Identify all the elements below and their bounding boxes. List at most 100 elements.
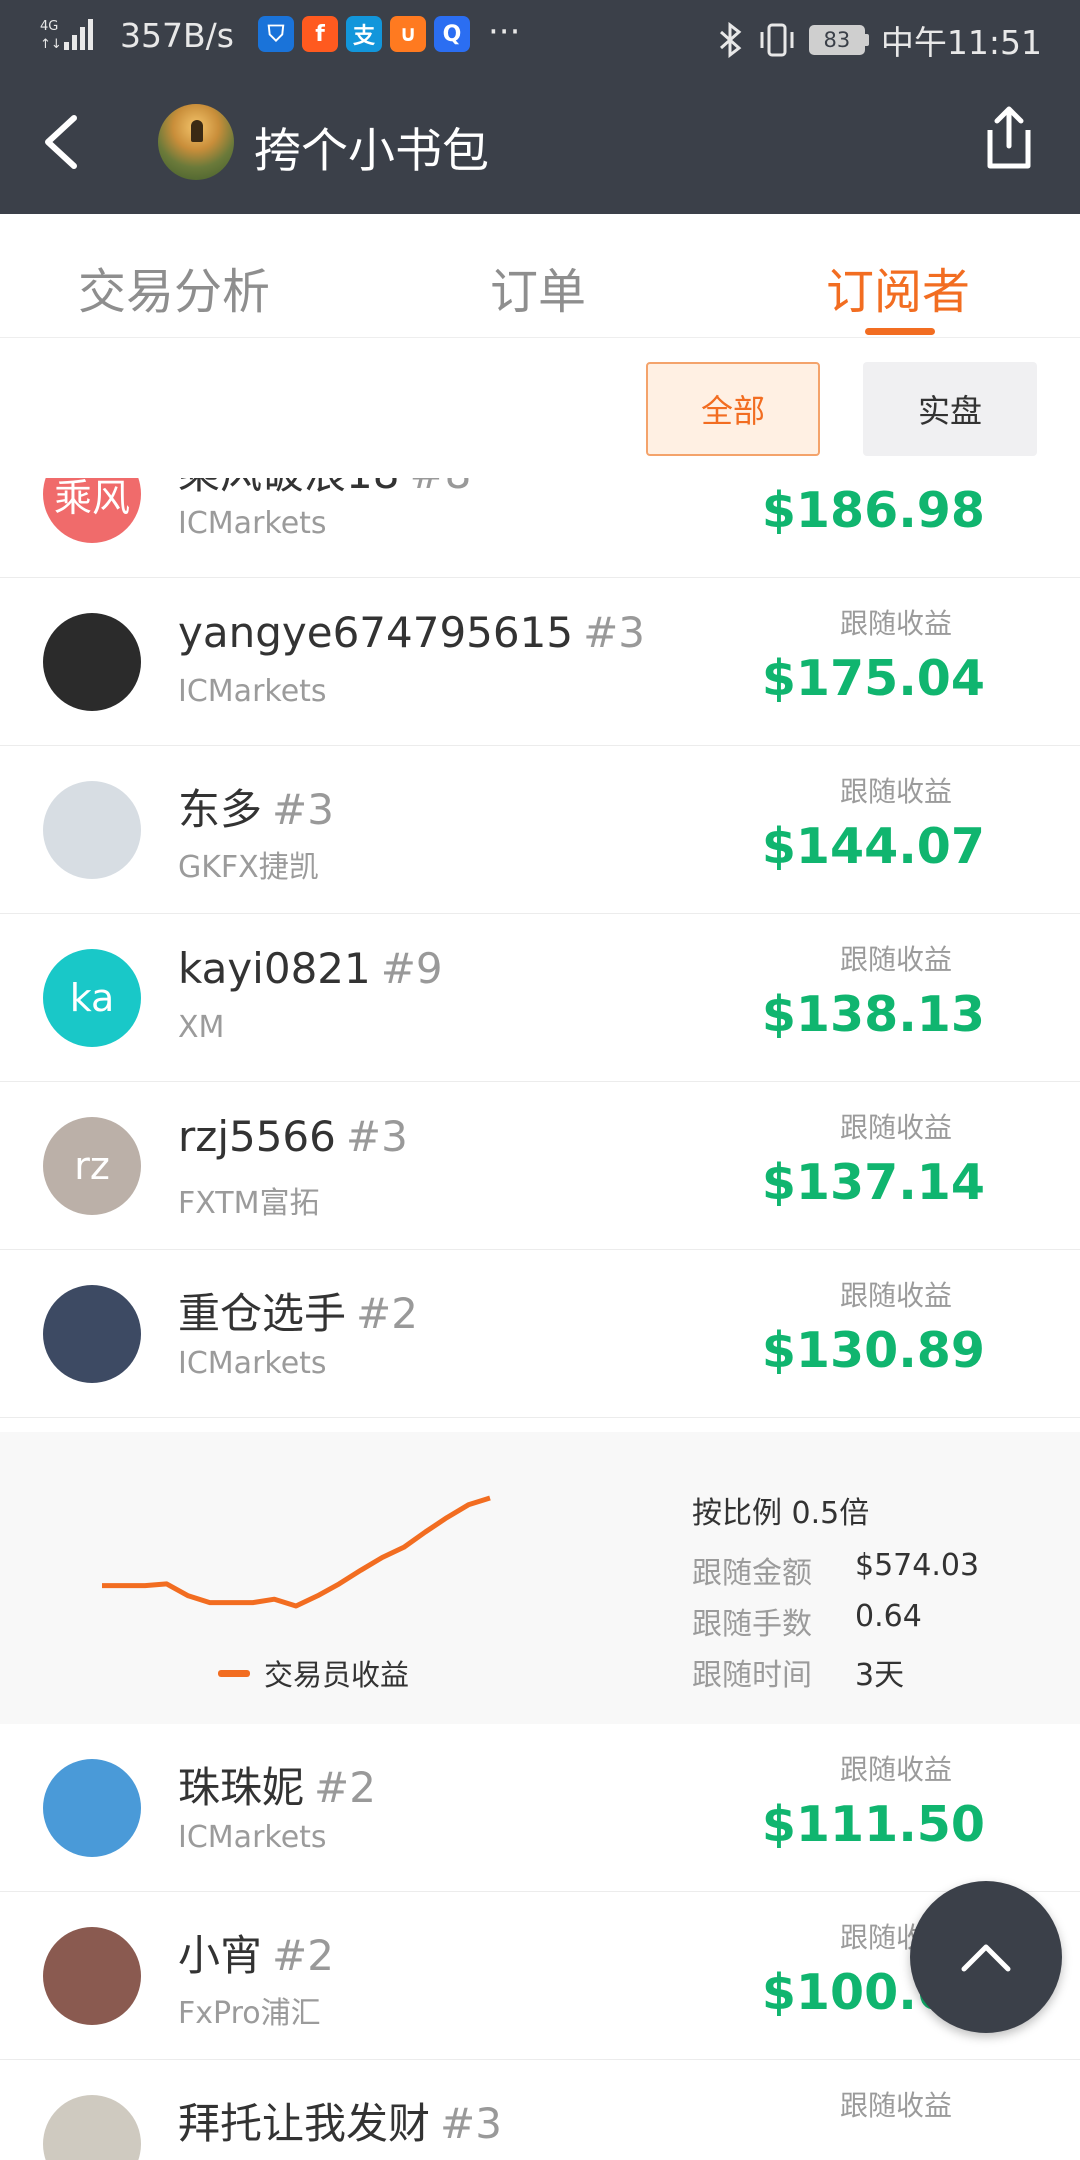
subscriber-name-text: rzj5566 [178,1112,336,1161]
avatar[interactable]: rz [43,1117,141,1215]
shield-app-icon: ⛉ [258,16,294,52]
subscriber-row[interactable]: 东多 #3 GKFX捷凯 跟随收益 $144.07 [0,746,1080,914]
clock: 中午11:51 [880,23,1042,62]
follow-profit-value: $138.13 [761,986,985,1043]
broker-name: FxPro浦汇 [178,1996,321,2031]
avatar[interactable]: ka [43,949,141,1047]
subscriber-list[interactable]: 交易员收益 按比例 0.5倍 跟随金额 $574.03 跟随手数 0.64 跟随… [0,478,1080,2160]
profit-curve-line [102,1495,491,1609]
subscriber-rank: #3 [440,2099,502,2148]
broker-name: GKFX捷凯 [178,850,319,885]
follow-amount-label: 跟随金额 [692,1556,812,1591]
subscriber-name-text: 乘风破浪18 [178,478,399,498]
subscriber-row[interactable]: rz rzj5566 #3 FXTM富拓 跟随收益 $137.14 [0,1082,1080,1250]
follow-profit-value: $186.98 [761,482,985,539]
signal-icon: 4G ↑↓ [40,19,93,52]
share-icon[interactable] [980,104,1038,172]
profit-label: 跟随收益 [839,943,952,976]
subscriber-name: 小宵 #2 [178,1922,334,1983]
subscriber-row[interactable]: 拜托让我发财 #3 跟随收益 [0,2060,1080,2160]
subscriber-name: 珠珠妮 #2 [178,1754,376,1815]
f-app-icon: f [302,16,338,52]
chart-legend: 交易员收益 [218,1652,409,1694]
back-arrow-icon[interactable] [34,106,94,178]
tab-bar: 交易分析 订单 订阅者 [0,214,1080,338]
legend-swatch [218,1669,250,1677]
tab-subscribers[interactable]: 订阅者 [826,252,970,322]
subscriber-name-text: yangye674795615 [178,608,574,657]
chevron-up-icon [961,1944,1011,1972]
subscriber-rank: #3 [345,1112,408,1161]
broker-name: ICMarkets [178,506,327,541]
subscriber-row[interactable]: yangye674795615 #3 ICMarkets 跟随收益 $175.04 [0,578,1080,746]
follow-ratio: 按比例 0.5倍 [692,1496,870,1531]
profit-label: 跟随收益 [839,775,952,808]
follow-time-label: 跟随时间 [692,1658,812,1693]
subscriber-row[interactable]: 珠珠妮 #2 ICMarkets 跟随收益 $111.50 [0,1724,1080,1892]
trader-avatar[interactable] [158,104,234,180]
subscriber-row[interactable]: 重仓选手 #2 ICMarkets 跟随收益 $130.89 [0,1250,1080,1418]
subscriber-rank: #3 [272,785,334,834]
follow-profit-value: $137.14 [761,1154,985,1211]
legend-label: 交易员收益 [264,1658,410,1692]
avatar[interactable] [43,1285,141,1383]
follow-lots-value: 0.64 [855,1599,922,1634]
follow-profit-value: $175.04 [761,650,985,707]
follow-profit-value: $130.89 [761,1322,985,1379]
broker-name: XM [178,1010,225,1045]
avatar[interactable] [43,1759,141,1857]
subscriber-rank: #2 [356,1289,418,1338]
svg-text:↑↓: ↑↓ [40,37,62,52]
tab-trade-analysis[interactable]: 交易分析 [78,252,270,322]
avatar[interactable] [43,613,141,711]
avatar[interactable]: 乘风 [43,478,141,543]
subscriber-name-text: kayi0821 [178,944,371,993]
bluetooth-icon [719,22,742,58]
avatar[interactable] [43,1927,141,2025]
profit-label: 跟随收益 [839,2089,952,2122]
more-notifications-icon: ··· [488,12,521,52]
alipay-app-icon: 支 [346,16,382,52]
subscriber-row[interactable]: ka kayi0821 #9 XM 跟随收益 $138.13 [0,914,1080,1082]
subscriber-name: 拜托让我发财 #3 [178,2090,502,2151]
broker-name: ICMarkets [178,674,327,709]
subscriber-rank: #2 [314,1763,376,1812]
subscriber-name-text: 东多 [178,785,263,834]
network-speed: 357B/s [120,16,234,55]
subscriber-name: yangye674795615 #3 [178,608,645,657]
vibrate-icon [760,23,794,57]
scroll-to-top-button[interactable] [910,1881,1062,2033]
profit-label: 跟随收益 [839,1111,952,1144]
uc-app-icon: ∪ [390,16,426,52]
profit-label: 跟随收益 [839,1753,952,1786]
filter-all-button[interactable]: 全部 [646,362,820,456]
subscriber-rank: #9 [380,944,443,993]
broker-name: ICMarkets [178,1346,327,1381]
tab-orders[interactable]: 订单 [490,252,586,322]
subscriber-rank: #8 [409,478,471,498]
trader-name: 挎个小书包 [254,124,489,179]
filter-bar: 全部 实盘 [0,338,1080,478]
browser-app-icon: Q [434,16,470,52]
filter-real-button[interactable]: 实盘 [863,362,1037,456]
subscriber-name-text: 珠珠妮 [178,1763,305,1812]
active-tab-indicator [865,328,935,335]
follow-lots-label: 跟随手数 [692,1607,812,1642]
subscriber-name: 重仓选手 #2 [178,1280,418,1341]
subscriber-detail-panel: 交易员收益 按比例 0.5倍 跟随金额 $574.03 跟随手数 0.64 跟随… [0,1432,1080,1738]
subscriber-name-text: 重仓选手 [178,1289,347,1338]
subscriber-name-text: 拜托让我发财 [178,2099,431,2148]
broker-name: ICMarkets [178,1820,327,1855]
battery-level: 83 [808,25,865,55]
avatar[interactable] [43,2095,141,2160]
notification-app-icons: ⛉ f 支 ∪ Q [258,16,470,52]
subscriber-name: 乘风破浪18 #8 [178,478,471,501]
status-bar: 4G ↑↓ 357B/s ⛉ f 支 ∪ Q ··· 83 中午11:51 [0,0,1080,72]
subscriber-rank: #3 [583,608,645,657]
subscriber-row[interactable]: 乘风乘风破浪18#8ICMarkets跟随收益$186.98 [0,478,1080,578]
app-header: 挎个小书包 [0,72,1080,214]
avatar[interactable] [43,781,141,879]
follow-time-value: 3天 [855,1658,905,1693]
subscriber-name-text: 小宵 [178,1931,263,1980]
profit-label: 跟随收益 [839,607,952,640]
